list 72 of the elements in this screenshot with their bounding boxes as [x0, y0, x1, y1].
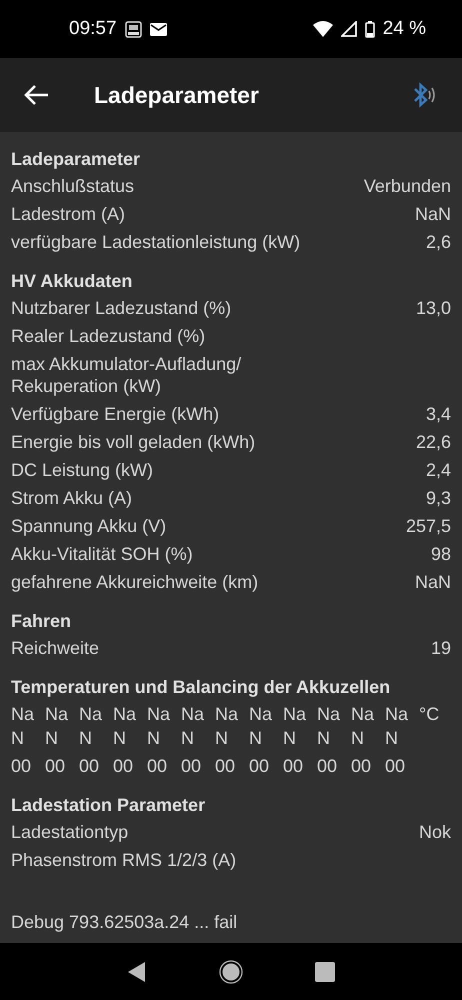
parameter-label: Ladestrom (A)	[11, 203, 126, 225]
parameter-label: Spannung Akku (V)	[11, 515, 166, 537]
parameter-label: Realer Ladezustand (%)	[11, 325, 206, 347]
section-heading: HV Akkudaten	[11, 270, 134, 293]
parameter-label: Energie bis voll geladen (kWh)	[11, 431, 256, 453]
signal-icon	[340, 21, 357, 37]
parameter-label: Verfügbare Energie (kWh)	[11, 403, 220, 425]
cell-temperature: NaN	[385, 703, 410, 750]
home-nav-button[interactable]	[219, 960, 243, 984]
cell-balancing: 00	[45, 755, 66, 778]
cell-balancing: 00	[113, 755, 134, 778]
battery-percent: 24 %	[382, 18, 426, 40]
debug-text: Debug 793.62503a.24 ... fail	[10, 911, 238, 934]
back-nav-button[interactable]	[127, 960, 147, 982]
parameter-value: Verbunden	[364, 175, 451, 197]
parameter-label: DC Leistung (kW)	[11, 459, 154, 481]
cell-balancing: 00	[249, 755, 270, 778]
parameter-value: Nok	[418, 821, 451, 843]
parameter-value: 9,3	[426, 487, 451, 509]
cell-temperature: NaN	[79, 703, 104, 750]
cell-temperature: NaN	[11, 703, 36, 750]
cell-temperature: NaN	[283, 703, 308, 750]
cell-balancing: 00	[351, 755, 372, 778]
cell-temperature: NaN	[249, 703, 274, 750]
parameter-label: Phasenstrom RMS 1/2/3 (A)	[11, 849, 236, 871]
section-heading: Temperaturen und Balancing der Akkuzellen	[11, 676, 392, 699]
unit-label: °C	[419, 703, 440, 726]
parameter-label: Anschlußstatus	[11, 175, 134, 197]
parameter-value: NaN	[414, 203, 451, 225]
cell-balancing: 00	[317, 755, 338, 778]
parameter-label: Akku-Vitalität SOH (%)	[11, 543, 193, 565]
section-heading: Ladestation Parameter	[11, 794, 206, 817]
parameter-value: 3,4	[426, 403, 451, 425]
cell-temperature: NaN	[113, 703, 138, 750]
parameter-value: 13,0	[416, 297, 451, 319]
parameter-label: verfügbare Ladestationleistung (kW)	[11, 231, 300, 253]
cell-balancing: 00	[147, 755, 168, 778]
cell-temperature: NaN	[317, 703, 342, 750]
cell-balancing: 00	[79, 755, 100, 778]
wifi-icon	[312, 21, 333, 37]
mail-icon	[150, 22, 167, 36]
section-heading: Ladeparameter	[11, 148, 142, 171]
screen-title: Ladeparameter	[94, 82, 260, 108]
cell-temperature: NaN	[45, 703, 70, 750]
app-badge-icon	[124, 20, 142, 38]
parameter-value: NaN	[414, 571, 451, 593]
cell-balancing: 00	[385, 755, 406, 778]
parameter-value: 19	[430, 637, 451, 659]
section-heading: Fahren	[11, 610, 72, 633]
parameter-label: max Akkumulator-Aufladung/ Rekuperation (kW)	[11, 353, 242, 397]
parameter-label: gefahrene Akkureichweite (km)	[11, 571, 258, 593]
parameter-value: 98	[430, 543, 451, 565]
parameter-label: Reichweite	[11, 637, 100, 659]
cell-balancing: 00	[215, 755, 236, 778]
cell-temperature: NaN	[181, 703, 206, 750]
recents-nav-button[interactable]	[315, 962, 335, 982]
cell-temperature: NaN	[215, 703, 240, 750]
back-button[interactable]	[24, 84, 50, 106]
parameter-value: 2,4	[426, 459, 451, 481]
battery-icon	[364, 20, 375, 38]
parameter-label: Ladestationtyp	[11, 821, 128, 843]
cell-temperature: NaN	[147, 703, 172, 750]
parameter-label: Strom Akku (A)	[11, 487, 132, 509]
parameter-label: Nutzbarer Ladezustand (%)	[11, 297, 232, 319]
cell-balancing: 00	[283, 755, 304, 778]
cell-temperature: NaN	[351, 703, 376, 750]
parameter-value: 2,6	[426, 231, 451, 253]
cell-balancing: 00	[11, 755, 32, 778]
parameter-value: 257,5	[406, 515, 451, 537]
cell-balancing: 00	[181, 755, 202, 778]
parameter-value: 22,6	[416, 431, 451, 453]
clock: 09:57	[69, 18, 117, 40]
